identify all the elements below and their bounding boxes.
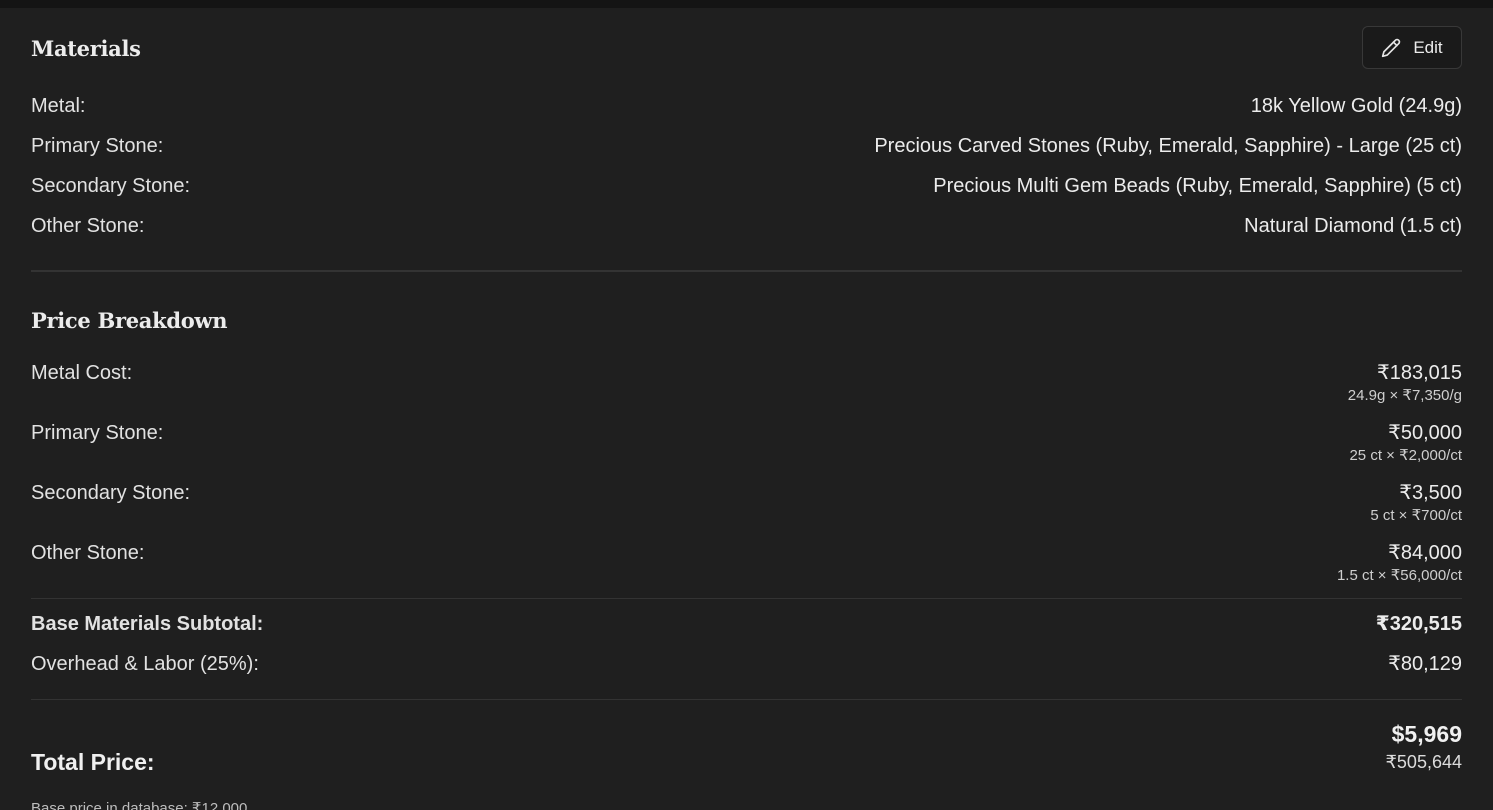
base-price-note: Base price in database: ₹12,000 <box>31 800 248 810</box>
price-row-secondary-stone: Secondary Stone: ₹3,500 5 ct × ₹700/ct <box>31 481 1462 526</box>
overhead-value: ₹80,129 <box>1388 653 1462 675</box>
price-detail: 5 ct × ₹700/ct <box>1370 507 1462 524</box>
price-row-other-stone: Other Stone: ₹84,000 1.5 ct × ₹56,000/ct <box>31 541 1462 586</box>
price-detail: 1.5 ct × ₹56,000/ct <box>1336 567 1462 584</box>
material-row-other-stone: Other Stone: Natural Diamond (1.5 ct) <box>31 214 1462 238</box>
price-label: Metal Cost: <box>31 362 133 384</box>
overhead-row: Overhead & Labor (25%): ₹80,129 <box>31 652 1462 676</box>
total-row: Total Price: $5,969 ₹505,644 <box>31 720 1462 774</box>
material-value: Precious Carved Stones (Ruby, Emerald, S… <box>874 135 1462 157</box>
subtotal-label: Base Materials Subtotal: <box>31 613 264 635</box>
material-value: Natural Diamond (1.5 ct) <box>1244 215 1462 237</box>
price-value: ₹84,000 <box>1388 542 1462 564</box>
edit-button[interactable]: Edit <box>1362 26 1462 69</box>
material-label: Secondary Stone: <box>31 175 190 197</box>
material-row-primary-stone: Primary Stone: Precious Carved Stones (R… <box>31 134 1462 158</box>
material-value: 18k Yellow Gold (24.9g) <box>1250 95 1462 117</box>
price-label: Secondary Stone: <box>31 482 190 504</box>
edit-button-label: Edit <box>1413 37 1443 57</box>
material-value: Precious Multi Gem Beads (Ruby, Emerald,… <box>933 175 1462 197</box>
material-label: Metal: <box>31 95 86 117</box>
total-inr-value: ₹505,644 <box>1385 752 1462 772</box>
price-detail: 25 ct × ₹2,000/ct <box>1349 447 1462 464</box>
subtotal-divider <box>31 598 1462 599</box>
product-details-panel: Materials Edit Metal: 18k Yellow Gold (2… <box>0 8 1493 810</box>
material-label: Primary Stone: <box>31 135 164 157</box>
price-row-metal-cost: Metal Cost: ₹183,015 24.9g × ₹7,350/g <box>31 361 1462 406</box>
material-label: Other Stone: <box>31 215 145 237</box>
price-label: Other Stone: <box>31 542 145 564</box>
price-value-group: ₹50,000 25 ct × ₹2,000/ct <box>1349 421 1462 466</box>
price-detail: 24.9g × ₹7,350/g <box>1347 387 1462 404</box>
total-value-group: $5,969 ₹505,644 <box>1385 720 1462 774</box>
price-value: ₹3,500 <box>1399 482 1462 504</box>
materials-title: Materials <box>31 36 141 61</box>
price-value: ₹183,015 <box>1376 362 1462 384</box>
total-divider <box>31 699 1462 700</box>
material-row-secondary-stone: Secondary Stone: Precious Multi Gem Bead… <box>31 174 1462 198</box>
section-divider <box>31 270 1462 272</box>
price-value: ₹50,000 <box>1388 422 1462 444</box>
pencil-icon <box>1381 38 1401 58</box>
total-label: Total Price: <box>31 749 155 775</box>
material-row-metal: Metal: 18k Yellow Gold (24.9g) <box>31 94 1462 118</box>
price-row-primary-stone: Primary Stone: ₹50,000 25 ct × ₹2,000/ct <box>31 421 1462 466</box>
price-breakdown-title: Price Breakdown <box>31 308 228 333</box>
total-usd-value: $5,969 <box>1391 721 1462 747</box>
price-value-group: ₹183,015 24.9g × ₹7,350/g <box>1348 361 1462 406</box>
price-label: Primary Stone: <box>31 422 164 444</box>
subtotal-value: ₹320,515 <box>1375 613 1462 635</box>
price-value-group: ₹84,000 1.5 ct × ₹56,000/ct <box>1337 541 1462 586</box>
subtotal-row: Base Materials Subtotal: ₹320,515 <box>31 612 1462 636</box>
overhead-label: Overhead & Labor (25%): <box>31 653 259 675</box>
price-value-group: ₹3,500 5 ct × ₹700/ct <box>1370 481 1462 526</box>
